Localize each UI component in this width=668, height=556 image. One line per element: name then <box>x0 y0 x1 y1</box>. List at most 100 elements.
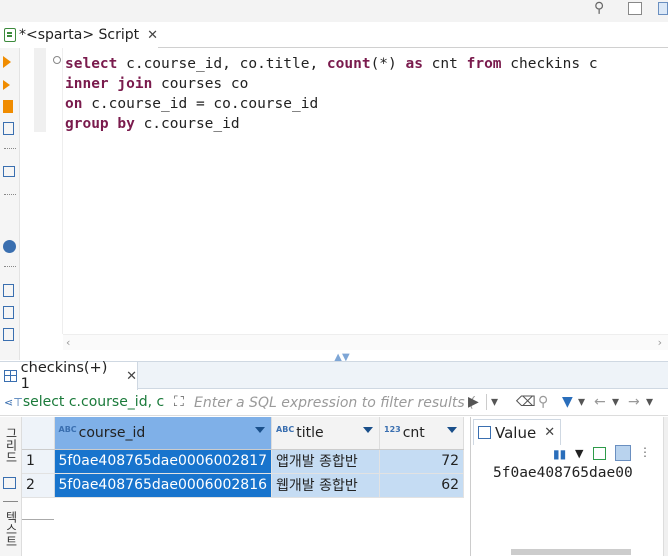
column-menu-icon[interactable] <box>447 427 458 433</box>
column-menu-icon[interactable] <box>363 427 374 433</box>
separator <box>4 194 16 196</box>
view-switcher: 그리드 텍스트 <box>0 417 22 556</box>
value-tab-label: Value <box>495 423 537 442</box>
sql-keyword: from <box>466 56 502 72</box>
sql-keyword: select <box>65 56 118 72</box>
content-viewer-icon[interactable]: ▮▮ <box>553 447 566 461</box>
cell-cnt[interactable]: 72 <box>379 449 465 474</box>
separator <box>4 148 16 150</box>
text-view-tab[interactable]: 텍스트 <box>2 511 20 547</box>
horizontal-scrollbar[interactable]: ‹ › <box>63 334 668 350</box>
back-menu-icon[interactable]: ▾ <box>612 394 619 410</box>
results-tab[interactable]: checkins(+) 1 ✕ <box>0 360 138 392</box>
sql-keyword: group by <box>65 116 135 132</box>
value-tab[interactable]: Value ✕ <box>473 419 561 445</box>
value-icon <box>478 426 491 439</box>
sql-token: c.course_id = co.course_id <box>82 96 319 112</box>
column-header-title[interactable]: ABC title <box>271 417 381 450</box>
filter-dropdown-icon[interactable]: ▾ <box>486 394 498 410</box>
filter-icon[interactable]: ▼ <box>562 394 573 410</box>
filter-bar: ⋖⊤select c.course_id, co. ⛶ ▶ ▾ ⌫ ⚲ ▼ ▾ … <box>0 390 668 416</box>
auto-apply-icon[interactable] <box>615 445 631 461</box>
filter-settings-icon[interactable]: ⚲ <box>538 394 548 410</box>
save-value-icon[interactable] <box>593 447 606 460</box>
close-icon[interactable]: ✕ <box>126 369 137 384</box>
gutter-line <box>62 48 63 334</box>
query-preview-text: select c.course_id, co. <box>22 394 164 410</box>
sql-keyword: as <box>405 56 423 72</box>
grid-view-tab[interactable]: 그리드 <box>2 427 20 463</box>
results-tab-bar: checkins(+) 1 ✕ <box>0 360 668 392</box>
editor-tab-title: *<sparta> Script <box>19 27 140 43</box>
column-header-cnt[interactable]: 123 cnt <box>379 417 465 450</box>
layout-icon[interactable] <box>628 2 642 15</box>
execute-script-icon[interactable] <box>3 100 13 113</box>
value-horizontal-scrollbar[interactable] <box>511 549 631 555</box>
text-type-icon: ABC <box>276 424 295 434</box>
filter-history-icon[interactable]: ▶ <box>468 394 479 410</box>
close-icon[interactable]: ✕ <box>147 28 158 43</box>
cell-course-id[interactable]: 5f0ae408765dae0006002816 <box>54 473 273 498</box>
more-icon[interactable]: ⋮ <box>639 445 651 459</box>
search-icon[interactable]: ⚲ <box>594 0 604 16</box>
filter-input[interactable] <box>194 392 484 414</box>
code-line[interactable]: on c.course_id = co.course_id <box>65 96 318 112</box>
column-header-course-id[interactable]: ABC course_id <box>54 417 273 450</box>
code-line[interactable]: select c.course_id, co.title, count(*) a… <box>65 56 598 72</box>
forward-menu-icon[interactable]: ▾ <box>646 394 653 410</box>
code-line[interactable]: inner join courses co <box>65 76 248 92</box>
viewer-menu-icon[interactable]: ▼ <box>575 447 583 460</box>
results-grid[interactable]: ABC course_id ABC title 123 cnt 1 5f0ae4087… <box>22 417 470 556</box>
divider <box>3 501 18 502</box>
save-script-icon[interactable] <box>3 306 14 319</box>
sql-token: c.course_id <box>134 116 240 132</box>
results-table: ABC course_id ABC title 123 cnt 1 5f0ae4087… <box>22 417 465 498</box>
grid-view-icon[interactable] <box>3 477 16 489</box>
row-number-header[interactable] <box>22 417 55 450</box>
column-name: course_id <box>78 424 146 441</box>
divider <box>22 519 54 520</box>
top-toolbar: ⚲ <box>0 0 668 22</box>
forward-icon[interactable]: → <box>628 394 640 410</box>
code-line[interactable]: group by c.course_id <box>65 116 240 132</box>
cell-title[interactable]: 앱개발 종합반 <box>271 449 381 474</box>
column-name: cnt <box>402 424 425 441</box>
scroll-left-icon[interactable]: ‹ <box>66 336 70 349</box>
results-tab-label: checkins(+) 1 <box>20 360 108 392</box>
cell-title[interactable]: 웹개발 종합반 <box>271 473 381 498</box>
sql-token: (*) <box>370 56 406 72</box>
sql-token: courses co <box>152 76 249 92</box>
column-menu-icon[interactable] <box>255 427 266 433</box>
back-icon[interactable]: ← <box>594 394 606 410</box>
explain-plan-icon[interactable] <box>3 122 14 135</box>
cell-course-id[interactable]: 5f0ae408765dae0006002817 <box>54 449 273 474</box>
clear-filter-icon[interactable]: ⌫ <box>516 394 536 410</box>
row-number[interactable]: 2 <box>22 473 55 498</box>
execute-icon[interactable] <box>3 56 11 68</box>
editor-ruler <box>34 48 46 132</box>
grid-icon <box>4 370 17 382</box>
fold-icon[interactable] <box>53 56 61 64</box>
column-name: title <box>296 424 324 441</box>
sql-keyword: inner join <box>65 76 153 92</box>
export-icon[interactable] <box>3 284 14 297</box>
row-number[interactable]: 1 <box>22 449 55 474</box>
sql-icon: ⋖⊤ <box>4 396 23 409</box>
scroll-right-icon[interactable]: › <box>658 336 662 349</box>
sql-editor[interactable] <box>34 48 668 360</box>
filter-expand-icon[interactable]: ⛶ <box>174 394 184 410</box>
cell-cnt[interactable]: 62 <box>379 473 465 498</box>
console-icon[interactable] <box>3 166 15 177</box>
editor-tab[interactable]: *<sparta> Script ✕ <box>0 22 158 48</box>
editor-side-toolbar <box>0 48 20 360</box>
settings-icon[interactable] <box>3 240 16 253</box>
load-script-icon[interactable] <box>3 328 14 341</box>
close-icon[interactable]: ✕ <box>544 425 555 440</box>
table-row[interactable]: 2 5f0ae408765dae0006002816 웹개발 종합반 62 <box>22 473 465 498</box>
query-preview[interactable]: ⋖⊤select c.course_id, co. <box>4 394 164 410</box>
table-row[interactable]: 1 5f0ae408765dae0006002817 앱개발 종합반 72 <box>22 449 465 474</box>
perspective-icon[interactable] <box>658 2 668 15</box>
execute-new-tab-icon[interactable] <box>3 80 10 90</box>
value-text[interactable]: 5f0ae408765dae00 <box>493 465 633 481</box>
filter-menu-icon[interactable]: ▾ <box>578 394 585 410</box>
